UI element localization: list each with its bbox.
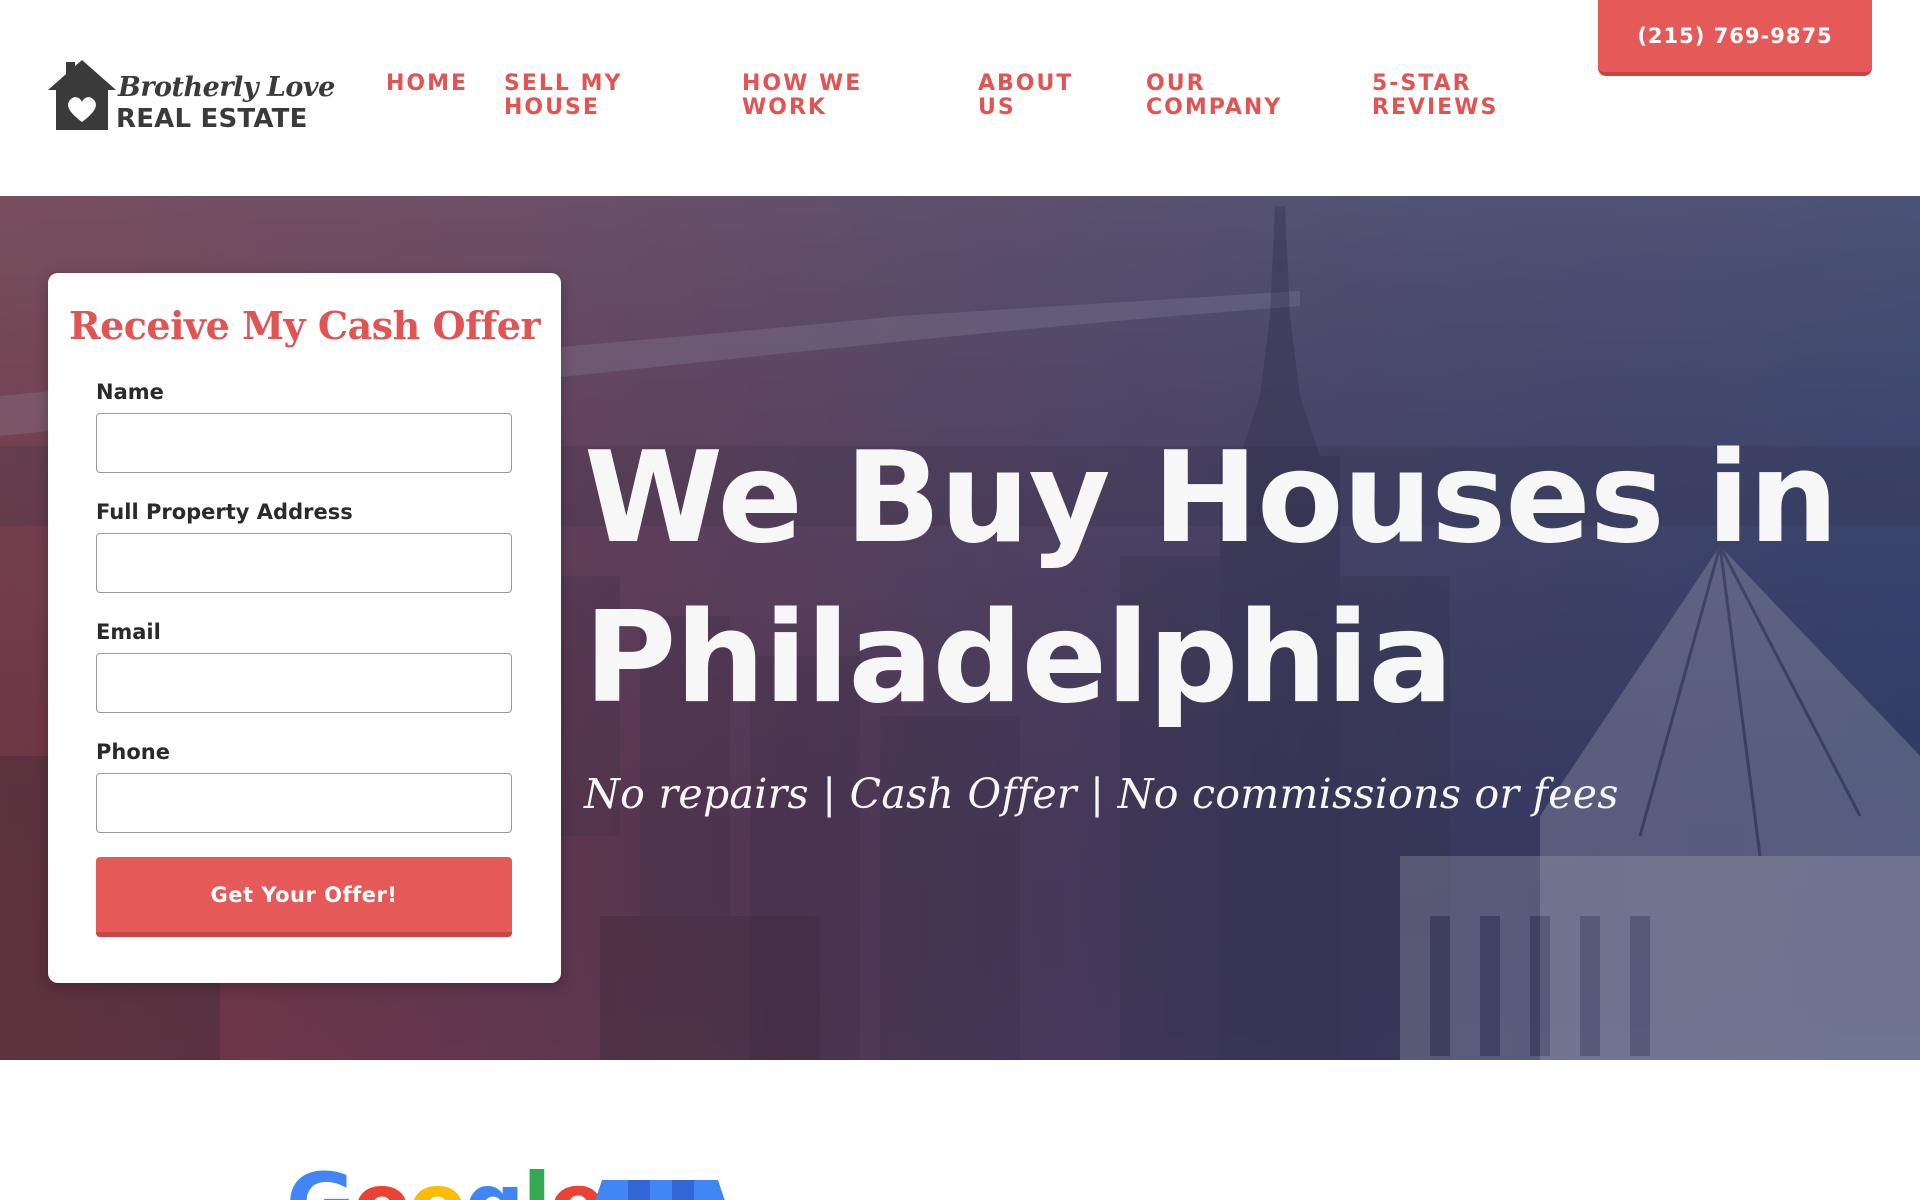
hero-title: We Buy Houses in Philadelphia xyxy=(584,418,1904,738)
site-header: Brotherly Love REAL ESTATE HOME SELL MY … xyxy=(0,0,1920,196)
google-my-business-icon xyxy=(595,1180,725,1200)
get-your-offer-button[interactable]: Get Your Offer! xyxy=(96,857,512,937)
phone-input[interactable] xyxy=(96,773,512,833)
email-input[interactable] xyxy=(96,653,512,713)
reviews-strip: Google xyxy=(0,1060,1920,1200)
address-label: Full Property Address xyxy=(96,500,353,524)
google-letter-g: G xyxy=(286,1155,355,1200)
google-logo: Google xyxy=(286,1162,606,1200)
email-label: Email xyxy=(96,620,161,644)
name-label: Name xyxy=(96,380,164,404)
google-letter-o2: o xyxy=(409,1155,467,1200)
nav-home[interactable]: HOME xyxy=(386,72,476,96)
nav-5-star-reviews[interactable]: 5-STAR REVIEWS xyxy=(1372,72,1532,120)
site-logo[interactable]: Brotherly Love REAL ESTATE xyxy=(46,56,336,136)
nav-about-us[interactable]: ABOUT US xyxy=(978,72,1098,120)
cash-offer-form: Receive My Cash Offer Name Full Property… xyxy=(48,273,561,983)
hero-title-line1: We Buy Houses in xyxy=(584,424,1838,571)
phone-label: Phone xyxy=(96,740,170,764)
google-letter-g2: g xyxy=(464,1155,524,1200)
form-title: Receive My Cash Offer xyxy=(69,303,540,348)
nav-how-we-work[interactable]: HOW WE WORK xyxy=(742,72,892,120)
phone-call-button[interactable]: (215) 769-9875 xyxy=(1598,0,1872,76)
hero-section: Receive My Cash Offer Name Full Property… xyxy=(0,196,1920,1060)
hero-title-line2: Philadelphia xyxy=(584,584,1453,731)
house-heart-icon xyxy=(48,60,116,130)
google-letter-l: l xyxy=(523,1155,552,1200)
property-address-input[interactable] xyxy=(96,533,512,593)
google-letter-o1: o xyxy=(353,1155,411,1200)
hero-subtitle: No repairs | Cash Offer | No commissions… xyxy=(584,770,1619,818)
nav-sell-my-house[interactable]: SELL MY HOUSE xyxy=(504,72,654,120)
logo-script-text: Brotherly Love xyxy=(118,72,335,103)
logo-caps-text: REAL ESTATE xyxy=(116,104,308,134)
name-input[interactable] xyxy=(96,413,512,473)
nav-our-company[interactable]: OUR COMPANY xyxy=(1146,72,1326,120)
